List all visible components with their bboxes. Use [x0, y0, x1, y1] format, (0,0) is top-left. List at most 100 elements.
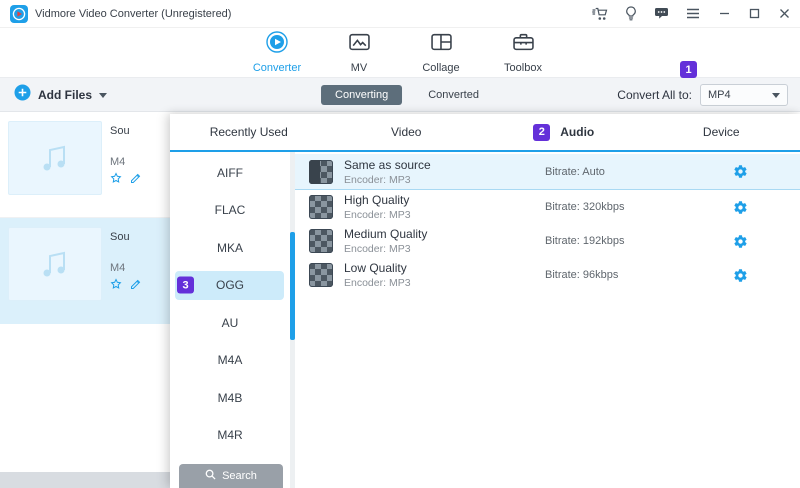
format-item-m4r[interactable]: M4R: [170, 417, 290, 455]
search-icon: [205, 469, 216, 483]
preset-name: High Quality: [344, 193, 411, 207]
format-label: FLAC: [215, 203, 246, 217]
format-sidebar: AIFF FLAC MKA 3 OGG AU M4A M4B M4R: [170, 152, 290, 488]
settings-gear-icon[interactable]: [733, 268, 748, 283]
maximize-button[interactable]: [749, 8, 760, 19]
preset-list: Same as source Encoder: MP3 Bitrate: Aut…: [295, 152, 800, 488]
format-label: OGG: [216, 278, 244, 292]
audio-thumbnail: [8, 121, 102, 195]
quality-icon: [309, 160, 333, 184]
convert-all-value: MP4: [708, 89, 731, 101]
convert-all-dropdown[interactable]: MP4: [700, 84, 788, 106]
format-item-ogg[interactable]: 3 OGG: [170, 267, 290, 305]
preset-name: Medium Quality: [344, 227, 427, 241]
titlebar-actions: [592, 6, 790, 21]
preset-bitrate: Bitrate: Auto: [545, 166, 605, 178]
tab-video[interactable]: Video: [328, 114, 486, 150]
tab-mv[interactable]: MV: [328, 31, 390, 74]
file-format: M4: [110, 262, 125, 274]
chevron-down-icon: [99, 93, 107, 98]
bottom-strip: [0, 472, 176, 488]
annotation-step-3: 3: [177, 277, 194, 294]
close-button[interactable]: [779, 8, 790, 19]
preset-high-quality[interactable]: High Quality Encoder: MP3 Bitrate: 320kb…: [295, 190, 800, 224]
format-item-m4b[interactable]: M4B: [170, 379, 290, 417]
converting-toggle-group: Converting Converted: [321, 78, 479, 112]
file-item-actions: [110, 278, 142, 290]
add-icon: [14, 84, 31, 106]
file-item-actions: [110, 172, 142, 184]
format-label: M4R: [217, 428, 242, 442]
tab-audio[interactable]: 2 Audio: [485, 114, 643, 150]
file-list-item[interactable]: Sou M4: [0, 112, 176, 218]
audio-thumbnail: [8, 227, 102, 301]
tab-recently-used-label: Recently Used: [210, 125, 288, 139]
star-icon[interactable]: [110, 278, 122, 290]
tab-recently-used[interactable]: Recently Used: [170, 114, 328, 150]
edit-icon[interactable]: [130, 172, 142, 184]
feedback-chat-icon[interactable]: [654, 7, 669, 20]
format-label: M4A: [218, 353, 243, 367]
mv-icon: [349, 31, 370, 58]
file-list: Sou M4 Sou M4: [0, 112, 176, 488]
preset-encoder: Encoder: MP3: [344, 243, 427, 255]
quality-icon: [309, 195, 333, 219]
quality-icon: [309, 263, 333, 287]
app-title: Vidmore Video Converter (Unregistered): [35, 8, 231, 20]
star-icon[interactable]: [110, 172, 122, 184]
preset-low-quality[interactable]: Low Quality Encoder: MP3 Bitrate: 96kbps: [295, 258, 800, 292]
converter-icon: [266, 31, 288, 58]
annotation-step-1: 1: [680, 61, 697, 78]
lightbulb-icon[interactable]: [625, 6, 637, 21]
search-label: Search: [222, 470, 257, 482]
settings-gear-icon[interactable]: [733, 164, 748, 179]
preset-encoder: Encoder: MP3: [344, 277, 411, 289]
preset-bitrate: Bitrate: 192kbps: [545, 235, 625, 247]
preset-name: Low Quality: [344, 261, 411, 275]
preset-same-as-source[interactable]: Same as source Encoder: MP3 Bitrate: Aut…: [295, 154, 800, 190]
format-item-m4a[interactable]: M4A: [170, 342, 290, 380]
annotation-step-2: 2: [533, 124, 550, 141]
tab-converter-label: Converter: [253, 62, 301, 74]
search-box[interactable]: Search: [179, 464, 283, 488]
file-list-item[interactable]: Sou M4: [0, 218, 176, 324]
convert-all-label: Convert All to:: [617, 88, 692, 102]
preset-bitrate: Bitrate: 96kbps: [545, 269, 618, 281]
tab-toolbox[interactable]: Toolbox: [492, 31, 554, 74]
chevron-down-icon: [772, 93, 780, 98]
minimize-button[interactable]: [719, 8, 730, 19]
converted-tab[interactable]: Converted: [428, 89, 479, 101]
format-label: AU: [222, 316, 239, 330]
preset-bitrate: Bitrate: 320kbps: [545, 201, 625, 213]
format-item-aiff[interactable]: AIFF: [170, 154, 290, 192]
format-label: AIFF: [217, 166, 243, 180]
tab-device-label: Device: [703, 125, 740, 139]
file-name: Sou: [110, 231, 130, 243]
preset-medium-quality[interactable]: Medium Quality Encoder: MP3 Bitrate: 192…: [295, 224, 800, 258]
preset-encoder: Encoder: MP3: [344, 209, 411, 221]
menu-icon[interactable]: [686, 8, 700, 19]
format-tabs: Recently Used Video 2 Audio Device: [170, 114, 800, 152]
converting-tab[interactable]: Converting: [321, 85, 402, 105]
file-name: Sou: [110, 125, 130, 137]
format-item-mka[interactable]: MKA: [170, 229, 290, 267]
settings-gear-icon[interactable]: [733, 200, 748, 215]
format-label: M4B: [218, 391, 243, 405]
tab-collage[interactable]: Collage: [410, 31, 472, 74]
convert-all-group: Convert All to: MP4: [617, 78, 788, 112]
format-item-au[interactable]: AU: [170, 304, 290, 342]
main-content: Sou M4 Sou M4: [0, 112, 800, 488]
settings-gear-icon[interactable]: [733, 234, 748, 249]
edit-icon[interactable]: [130, 278, 142, 290]
tab-collage-label: Collage: [422, 62, 459, 74]
tab-mv-label: MV: [351, 62, 368, 74]
format-item-flac[interactable]: FLAC: [170, 192, 290, 230]
toolbox-icon: [513, 31, 534, 58]
app-window: Vidmore Video Converter (Unregistered): [0, 0, 800, 488]
store-cart-icon[interactable]: [592, 7, 608, 21]
subheader-toolbar: Add Files Converting Converted Convert A…: [0, 78, 800, 112]
format-panel-body: AIFF FLAC MKA 3 OGG AU M4A M4B M4R: [170, 152, 800, 488]
tab-device[interactable]: Device: [643, 114, 800, 150]
tab-converter[interactable]: Converter: [246, 31, 308, 74]
add-files-button[interactable]: Add Files: [14, 78, 107, 112]
